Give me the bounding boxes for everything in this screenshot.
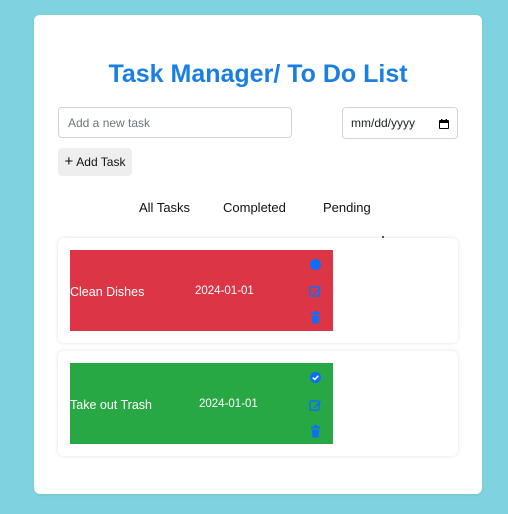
edit-icon[interactable] [309, 285, 322, 298]
page-title: Task Manager/ To Do List [108, 60, 408, 88]
task-input[interactable] [58, 107, 292, 138]
tab-completed[interactable]: Completed [223, 200, 286, 215]
check-circle-icon[interactable] [309, 371, 322, 384]
task-name: Take out Trash [70, 398, 152, 412]
task-date: 2024-01-01 [195, 285, 254, 297]
trash-icon[interactable] [309, 425, 322, 438]
task-date: 2024-01-01 [199, 398, 258, 410]
edit-icon[interactable] [309, 399, 322, 412]
tab-pending[interactable]: Pending [323, 200, 371, 215]
circle-icon[interactable] [309, 258, 322, 271]
filter-tabs: All Tasks Completed Pending [34, 200, 482, 216]
todo-card: Task Manager/ To Do List mm/dd/yyyy + Ad… [34, 15, 482, 494]
date-placeholder: mm/dd/yyyy [351, 116, 416, 130]
plus-icon: + [64, 152, 74, 170]
task-item: Clean Dishes 2024-01-01 [58, 238, 458, 343]
task-item: Take out Trash 2024-01-01 [58, 351, 458, 456]
trash-icon[interactable] [309, 311, 322, 324]
calendar-icon[interactable] [439, 118, 449, 129]
add-task-button[interactable]: + Add Task [58, 148, 132, 176]
date-input[interactable]: mm/dd/yyyy [342, 107, 458, 139]
task-body: Take out Trash 2024-01-01 [70, 363, 333, 444]
task-name: Clean Dishes [70, 285, 145, 299]
add-task-label: Add Task [76, 155, 126, 169]
task-body: Clean Dishes 2024-01-01 [70, 250, 333, 331]
tab-all-tasks[interactable]: All Tasks [139, 200, 190, 215]
